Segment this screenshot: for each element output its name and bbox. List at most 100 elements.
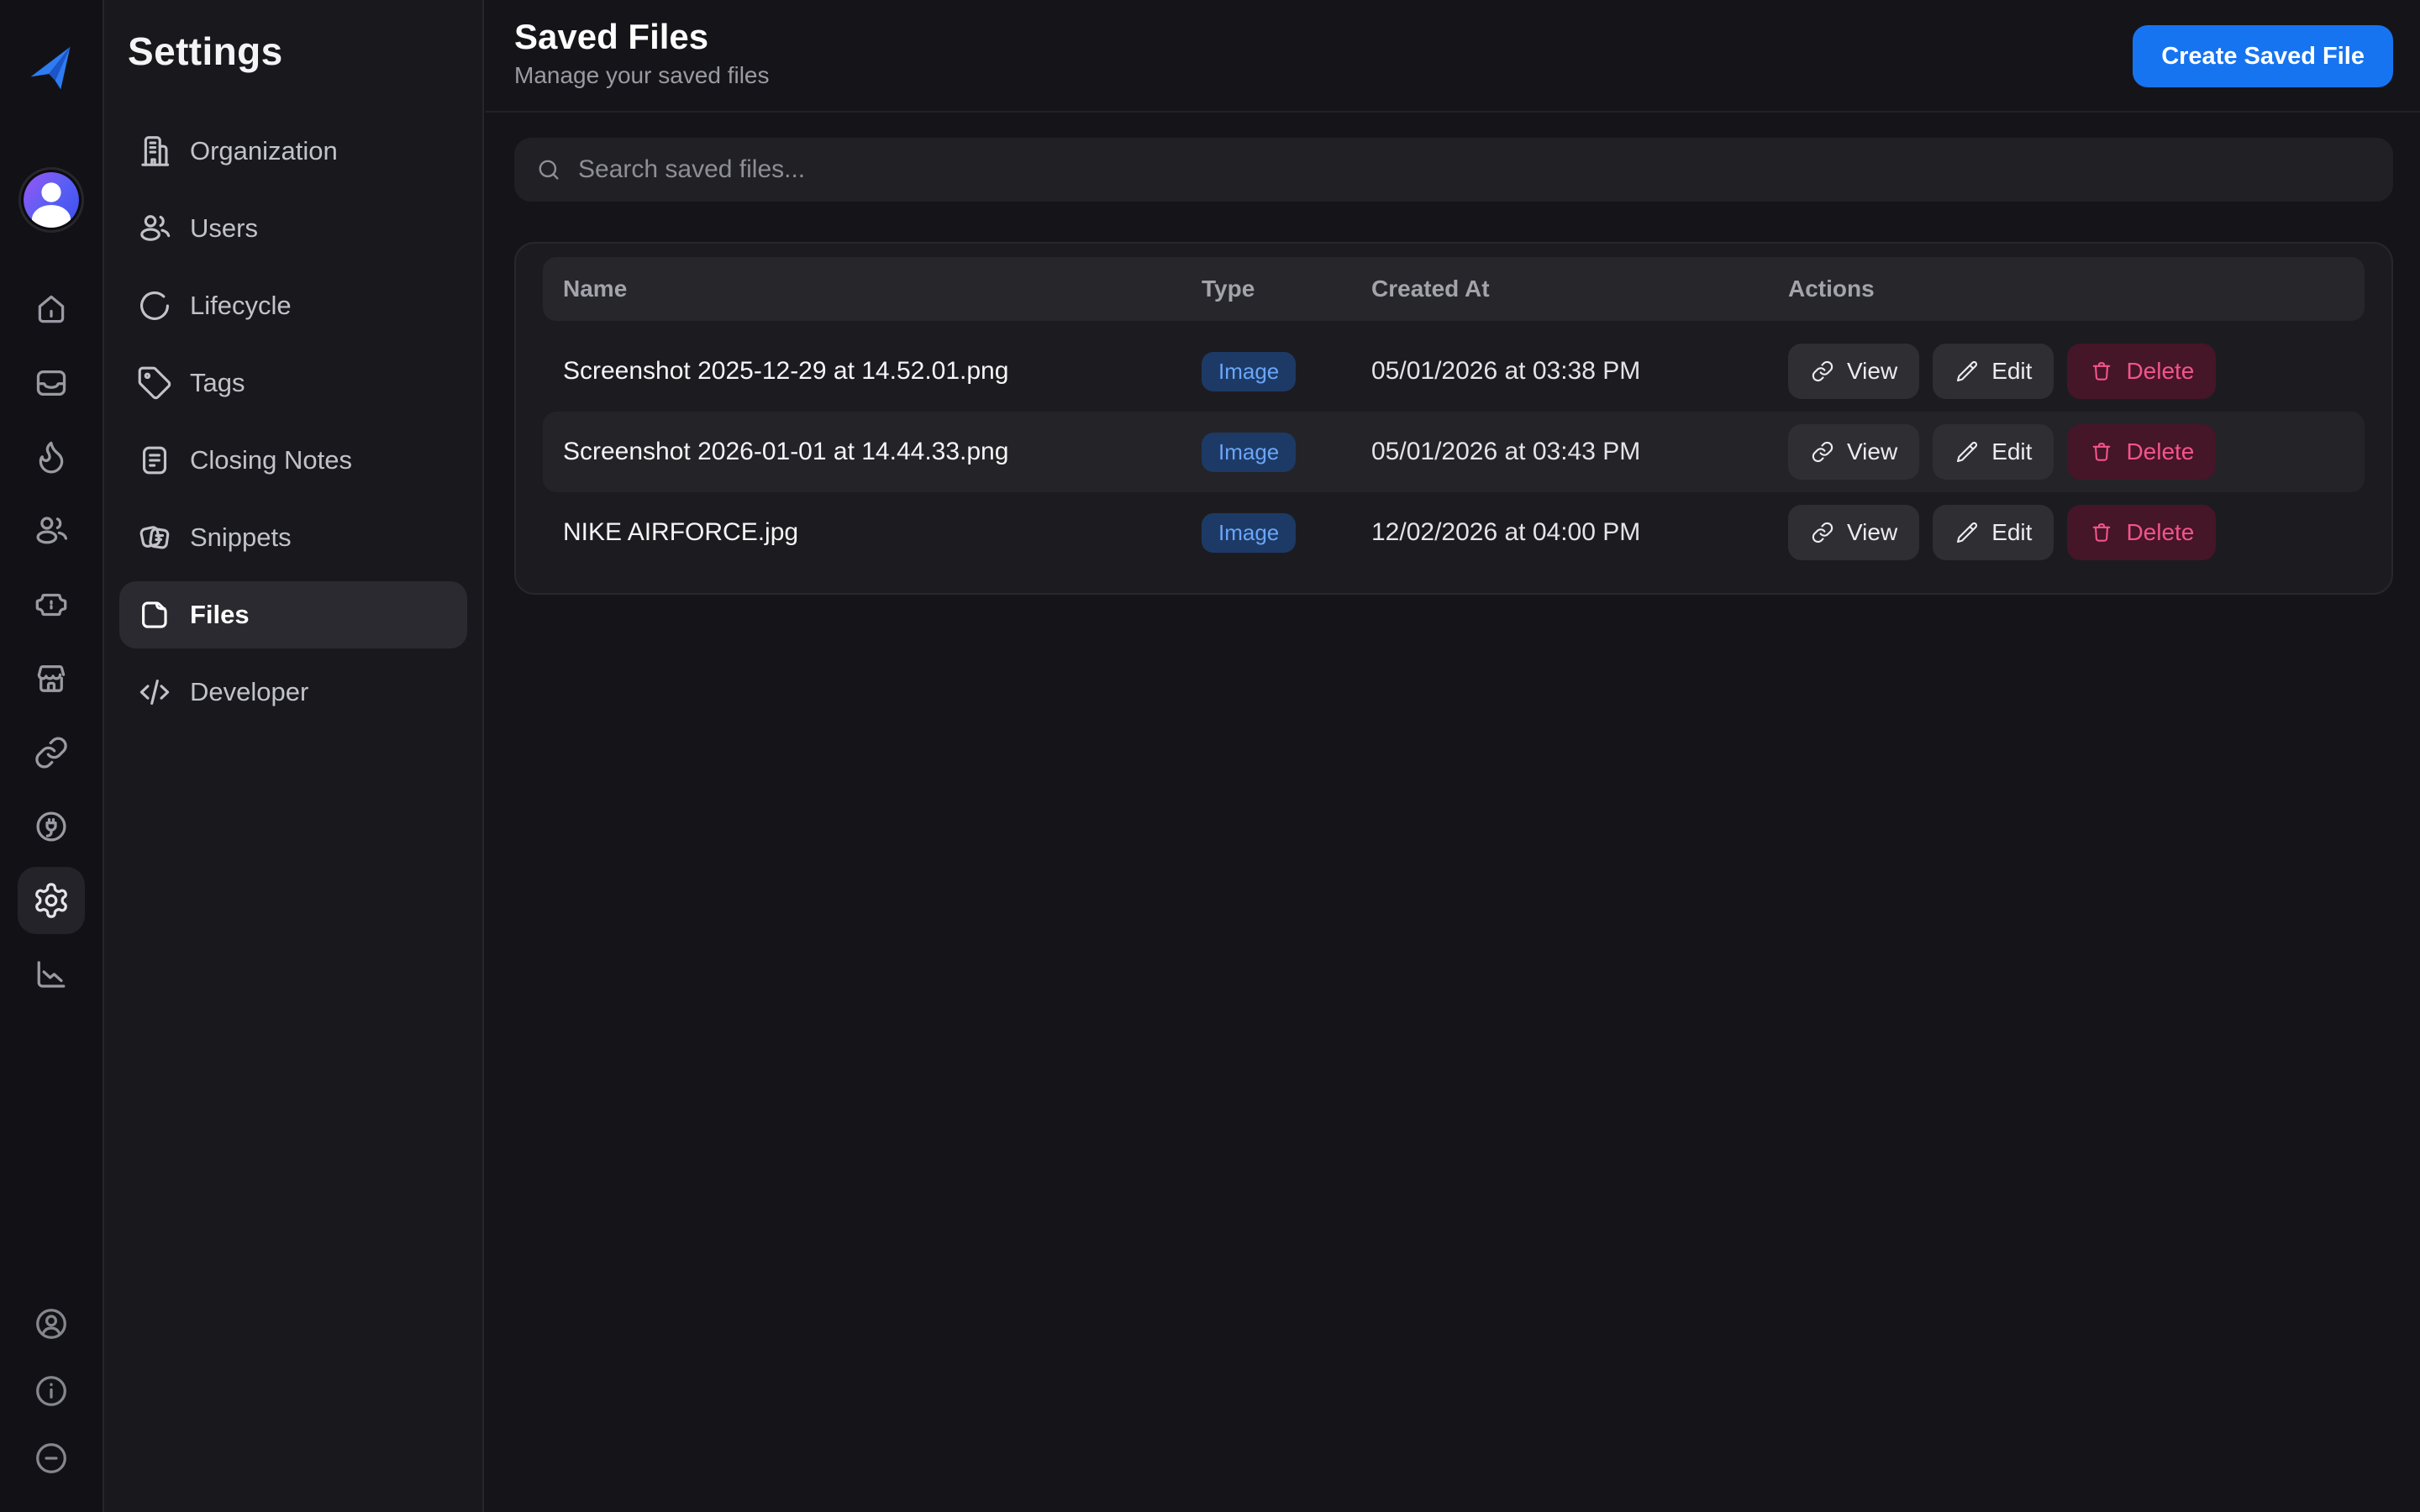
plug-icon[interactable] bbox=[18, 793, 85, 860]
main-content: Saved Files Manage your saved files Crea… bbox=[486, 0, 2420, 1512]
developer-icon bbox=[136, 674, 173, 711]
file-name: NIKE AIRFORCE.jpg bbox=[563, 518, 1202, 547]
link-icon bbox=[1810, 520, 1835, 545]
table-row[interactable]: Screenshot 2025-12-29 at 14.52.01.png Im… bbox=[543, 331, 2365, 412]
sidebar-item-label: Users bbox=[190, 213, 258, 244]
users-icon bbox=[136, 210, 173, 247]
action-label: Edit bbox=[1991, 519, 2032, 546]
sidebar-item-label: Developer bbox=[190, 677, 308, 707]
rail-bottom-nav bbox=[31, 1304, 71, 1478]
action-label: Delete bbox=[2126, 438, 2194, 465]
sidebar-item-label: Files bbox=[190, 600, 250, 630]
table-body: Screenshot 2025-12-29 at 14.52.01.png Im… bbox=[543, 331, 2365, 573]
delete-button[interactable]: Delete bbox=[2067, 505, 2216, 560]
sidebar-item-organization[interactable]: Organization bbox=[119, 118, 467, 185]
action-label: Delete bbox=[2126, 519, 2194, 546]
row-actions: View Edit Delete bbox=[1788, 424, 2344, 480]
user-circle-icon[interactable] bbox=[31, 1304, 71, 1344]
edit-button[interactable]: Edit bbox=[1933, 344, 2054, 399]
files-icon bbox=[136, 596, 173, 633]
column-header-name: Name bbox=[563, 276, 1202, 302]
create-saved-file-button[interactable]: Create Saved File bbox=[2133, 25, 2393, 87]
search-row bbox=[486, 113, 2420, 202]
column-header-type: Type bbox=[1202, 276, 1371, 302]
link-icon bbox=[1810, 439, 1835, 465]
trash-icon bbox=[2089, 439, 2114, 465]
table-row[interactable]: NIKE AIRFORCE.jpg Image 12/02/2026 at 04… bbox=[543, 492, 2365, 573]
ticket-icon[interactable] bbox=[18, 571, 85, 638]
page-subtitle: Manage your saved files bbox=[514, 62, 770, 89]
sidebar-item-files[interactable]: Files bbox=[119, 581, 467, 648]
sidebar-item-lifecycle[interactable]: Lifecycle bbox=[119, 272, 467, 339]
link-icon[interactable] bbox=[18, 719, 85, 786]
action-label: View bbox=[1847, 519, 1897, 546]
row-actions: View Edit Delete bbox=[1788, 505, 2344, 560]
settings-sidebar: Settings Organization Users Lifecycle Ta… bbox=[104, 0, 484, 1512]
action-label: Delete bbox=[2126, 358, 2194, 385]
home-icon[interactable] bbox=[18, 276, 85, 343]
page-header: Saved Files Manage your saved files Crea… bbox=[486, 0, 2420, 113]
rail-nav bbox=[18, 276, 85, 1008]
created-at: 05/01/2026 at 03:43 PM bbox=[1371, 438, 1788, 466]
file-name: Screenshot 2026-01-01 at 14.44.33.png bbox=[563, 438, 1202, 466]
column-header-created-at: Created At bbox=[1371, 276, 1788, 302]
search-input[interactable] bbox=[578, 155, 2373, 184]
view-button[interactable]: View bbox=[1788, 344, 1919, 399]
created-at: 05/01/2026 at 03:38 PM bbox=[1371, 357, 1788, 386]
minus-circle-icon[interactable] bbox=[31, 1438, 71, 1478]
row-actions: View Edit Delete bbox=[1788, 344, 2344, 399]
type-badge: Image bbox=[1202, 352, 1296, 391]
tag-icon bbox=[136, 365, 173, 402]
user-avatar[interactable] bbox=[18, 166, 85, 234]
search-icon bbox=[534, 155, 563, 184]
sidebar-item-label: Closing Notes bbox=[190, 445, 352, 475]
trash-icon bbox=[2089, 520, 2114, 545]
sidebar-item-label: Lifecycle bbox=[190, 291, 292, 321]
sidebar-item-tags[interactable]: Tags bbox=[119, 349, 467, 417]
action-label: Edit bbox=[1991, 358, 2032, 385]
edit-button[interactable]: Edit bbox=[1933, 505, 2054, 560]
gear-icon[interactable] bbox=[18, 867, 85, 934]
users-icon[interactable] bbox=[18, 497, 85, 564]
snippets-icon bbox=[136, 519, 173, 556]
table-row[interactable]: Screenshot 2026-01-01 at 14.44.33.png Im… bbox=[543, 412, 2365, 492]
view-button[interactable]: View bbox=[1788, 424, 1919, 480]
delete-button[interactable]: Delete bbox=[2067, 424, 2216, 480]
action-label: View bbox=[1847, 438, 1897, 465]
pencil-icon bbox=[1954, 359, 1980, 384]
sidebar-title: Settings bbox=[104, 0, 482, 74]
closing-notes-icon bbox=[136, 442, 173, 479]
app-window: Settings Organization Users Lifecycle Ta… bbox=[0, 0, 2420, 1512]
flame-icon[interactable] bbox=[18, 423, 85, 491]
table-header-row: Name Type Created At Actions bbox=[543, 257, 2365, 321]
type-badge: Image bbox=[1202, 513, 1296, 553]
edit-button[interactable]: Edit bbox=[1933, 424, 2054, 480]
inbox-icon[interactable] bbox=[18, 349, 85, 417]
column-header-actions: Actions bbox=[1788, 276, 2344, 302]
action-label: View bbox=[1847, 358, 1897, 385]
sidebar-item-label: Organization bbox=[190, 136, 338, 166]
info-icon[interactable] bbox=[31, 1371, 71, 1411]
type-badge: Image bbox=[1202, 433, 1296, 472]
sidebar-nav: Organization Users Lifecycle Tags Closin… bbox=[104, 118, 482, 726]
sidebar-item-snippets[interactable]: Snippets bbox=[119, 504, 467, 571]
pencil-icon bbox=[1954, 520, 1980, 545]
sidebar-item-developer[interactable]: Developer bbox=[119, 659, 467, 726]
store-icon[interactable] bbox=[18, 645, 85, 712]
view-button[interactable]: View bbox=[1788, 505, 1919, 560]
chart-icon[interactable] bbox=[18, 941, 85, 1008]
sidebar-item-users[interactable]: Users bbox=[119, 195, 467, 262]
action-label: Edit bbox=[1991, 438, 2032, 465]
icon-rail bbox=[0, 0, 104, 1512]
sidebar-item-closing-notes[interactable]: Closing Notes bbox=[119, 427, 467, 494]
search-box[interactable] bbox=[514, 138, 2393, 202]
trash-icon bbox=[2089, 359, 2114, 384]
created-at: 12/02/2026 at 04:00 PM bbox=[1371, 518, 1788, 547]
lifecycle-icon bbox=[136, 287, 173, 324]
saved-files-table: Name Type Created At Actions Screenshot … bbox=[514, 242, 2393, 595]
sidebar-item-label: Snippets bbox=[190, 522, 292, 553]
delete-button[interactable]: Delete bbox=[2067, 344, 2216, 399]
paper-plane-logo[interactable] bbox=[26, 44, 76, 97]
building-icon bbox=[136, 133, 173, 170]
sidebar-item-label: Tags bbox=[190, 368, 245, 398]
